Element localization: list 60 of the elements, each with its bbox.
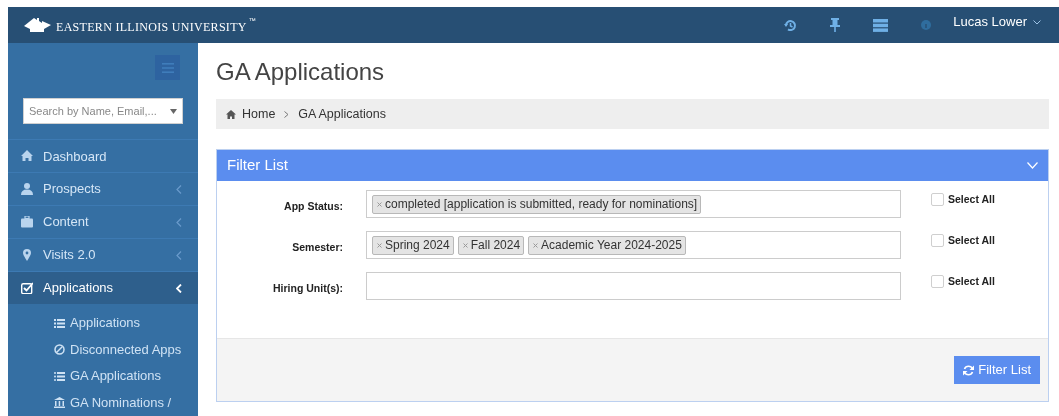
field-label: Semester: [291,240,343,255]
menu-item[interactable]: Dashboard [8,139,198,173]
menu-item[interactable]: Applications [8,271,198,304]
building-icon[interactable] [22,17,52,33]
checkbox[interactable] [931,275,944,289]
checkbox[interactable] [931,234,944,248]
tag-select-field[interactable] [366,272,901,300]
chevron-down-icon[interactable] [1033,19,1041,25]
home-icon [21,150,33,163]
ban-icon [54,344,65,356]
server-icon[interactable] [873,18,889,32]
submenu-item[interactable]: Disconnected Apps [8,336,198,363]
tag[interactable]: completed [application is submitted, ready for nominations] [372,194,702,214]
list-icon [54,317,65,329]
tag-select-field[interactable]: Spring 2024 Fall 2024 Academic Year 2024-2025 [366,231,901,259]
tag[interactable]: Fall 2024 [457,235,525,255]
person-icon [21,183,33,196]
chevron-left-icon [176,250,182,260]
user-name[interactable]: Lucas Lower [953,12,1027,32]
menu-item[interactable]: Content [8,205,198,239]
chevron-left-icon [176,217,182,227]
menu-button[interactable] [155,55,180,80]
checkbox-label: Select All [948,274,995,289]
refresh-icon [963,364,975,376]
submenu-item[interactable]: GA Nominations / [8,389,198,416]
tag[interactable]: Academic Year 2024-2025 [528,235,686,255]
tag-select-field[interactable]: completed [application is submitted, ready for nominations] [366,190,901,218]
chevron-right-icon [284,110,290,118]
field-label: App Status: [283,199,343,214]
chevron-down-icon [1027,162,1038,169]
submenu-item[interactable]: GA Applications [8,363,198,390]
caret-down-icon[interactable] [170,109,177,114]
menu-item[interactable]: Prospects [8,172,198,206]
checkbox-label: Select All [948,233,995,248]
home-icon [226,109,236,119]
remove-tag-icon[interactable] [533,242,539,248]
chevron-left-icon [176,184,182,194]
checkbox[interactable] [931,193,944,207]
submenu-item[interactable]: Applications [8,310,198,337]
info-icon[interactable] [921,20,932,30]
page-title: GA Applications [216,57,386,87]
breadcrumb-link[interactable]: GA Applications [298,104,386,124]
map-pin-icon [21,249,33,262]
pin-icon[interactable] [830,18,841,32]
tag[interactable]: Spring 2024 [372,235,454,255]
list-icon [54,370,65,382]
remove-tag-icon[interactable] [462,242,468,248]
history-icon[interactable] [784,18,798,32]
field-label: Hiring Unit(s): [272,281,343,296]
logo-text[interactable]: EASTERN ILLINOIS UNIVERSITY [56,21,247,33]
briefcase-icon [21,216,33,229]
breadcrumb-link[interactable]: Home [242,104,276,124]
search-field[interactable]: Search by Name, Email,... [23,98,183,125]
remove-tag-icon[interactable] [377,242,382,248]
checkbox-label: Select All [948,192,995,207]
remove-tag-icon[interactable] [377,201,382,207]
chevron-left-icon [176,283,182,293]
bank-icon [54,397,65,409]
checkbox-icon [21,282,33,294]
menu-icon [161,62,174,73]
